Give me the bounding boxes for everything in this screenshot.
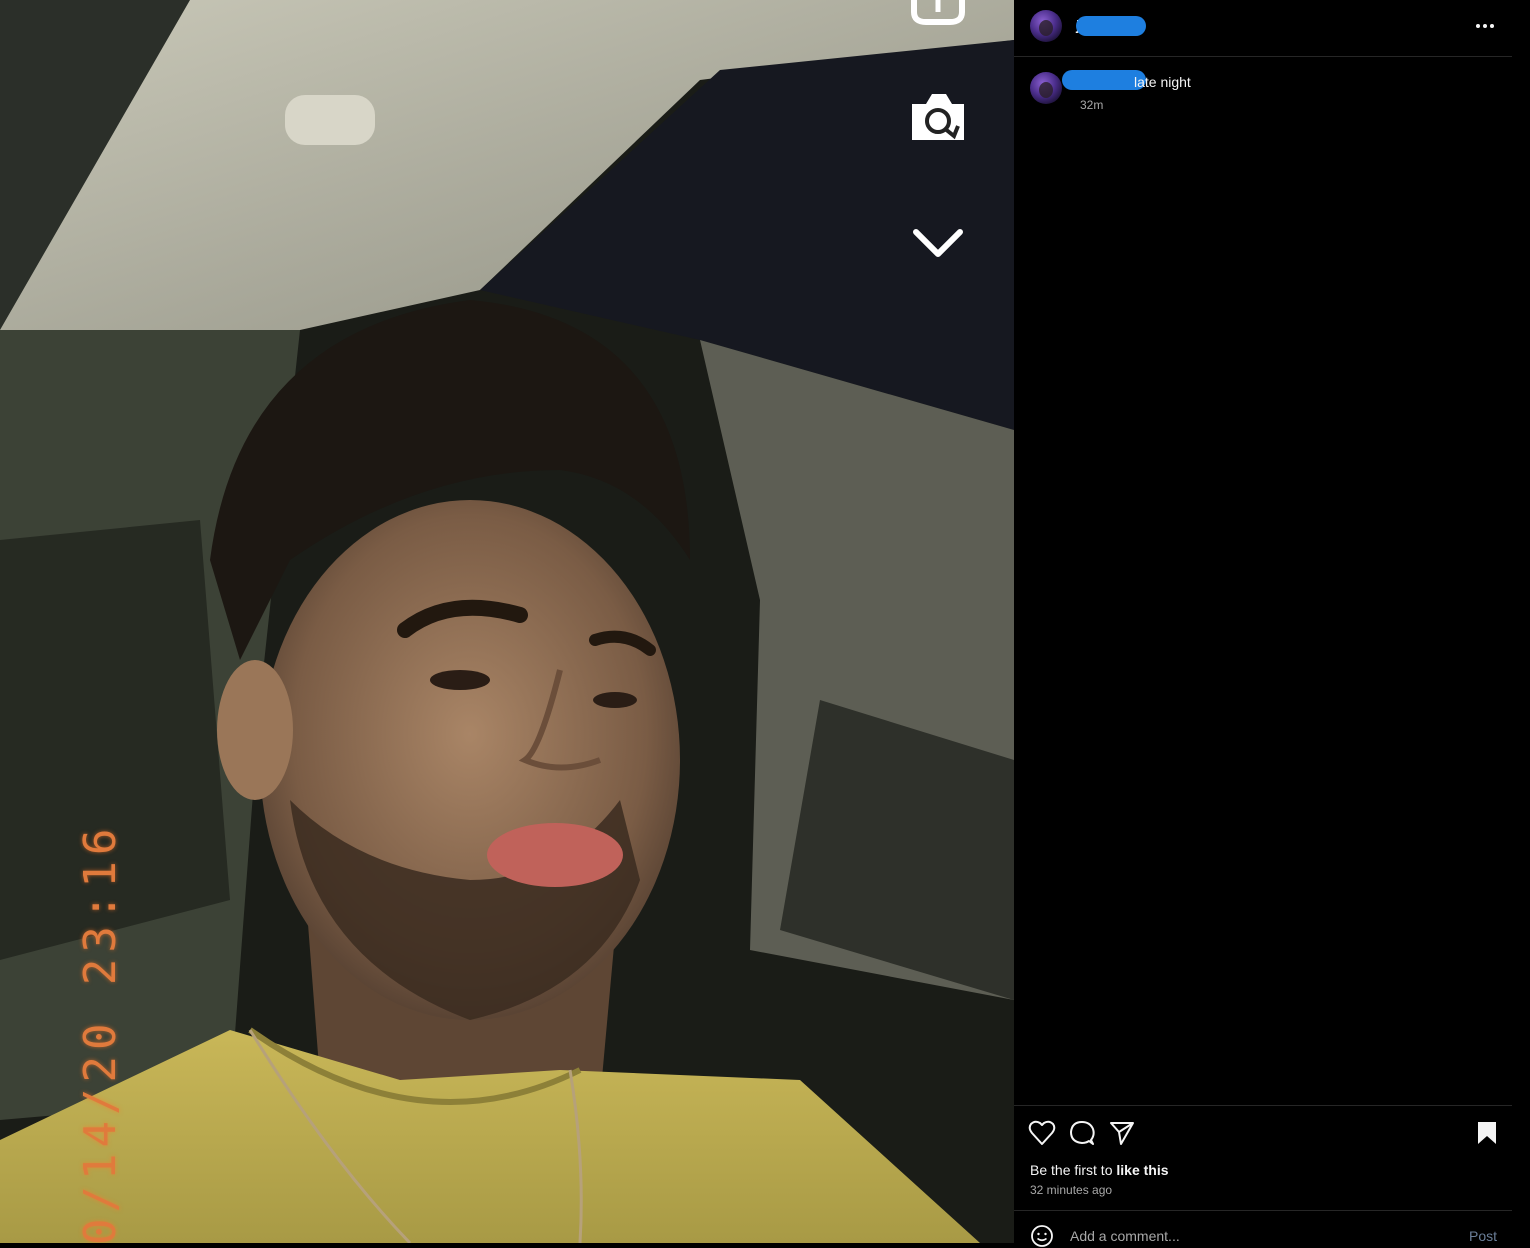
comment-icon[interactable] [1069, 1120, 1095, 1146]
post-panel: j Be the first to like this 32 minutes a… [1014, 0, 1512, 1247]
like-this-link[interactable]: like this [1116, 1162, 1168, 1178]
bookmark-icon[interactable] [1476, 1120, 1498, 1146]
action-bar: Be the first to like this 32 minutes ago [1014, 1105, 1512, 1211]
posted-ago: 32 minutes ago [1030, 1183, 1113, 1197]
comment-input[interactable] [1070, 1226, 1450, 1246]
redaction-scribble [1076, 16, 1146, 36]
send-icon[interactable] [1109, 1120, 1135, 1146]
likes-prefix: Be the first to [1030, 1162, 1113, 1178]
story-photo: 0/14/20 23:16 [0, 0, 1014, 1243]
post-button[interactable]: Post [1469, 1228, 1497, 1244]
selfie-image [0, 0, 1014, 1243]
chevron-down-icon[interactable] [910, 224, 966, 264]
caption-text: late night [1134, 74, 1191, 90]
emoji-icon[interactable] [1030, 1224, 1054, 1248]
post-header: j [1014, 0, 1512, 57]
likes-text: Be the first to like this [1030, 1162, 1169, 1178]
camera-flip-icon[interactable] [906, 88, 970, 148]
boomerang-icon[interactable] [908, 0, 968, 26]
heart-icon[interactable] [1028, 1120, 1056, 1146]
comment-row: Post [1014, 1210, 1512, 1247]
avatar[interactable] [1030, 10, 1062, 42]
photo-timestamp: 0/14/20 23:16 [75, 822, 126, 1243]
caption-avatar[interactable] [1030, 72, 1062, 104]
more-horizontal-icon[interactable] [1472, 14, 1500, 38]
caption-time: 32m [1080, 98, 1104, 112]
